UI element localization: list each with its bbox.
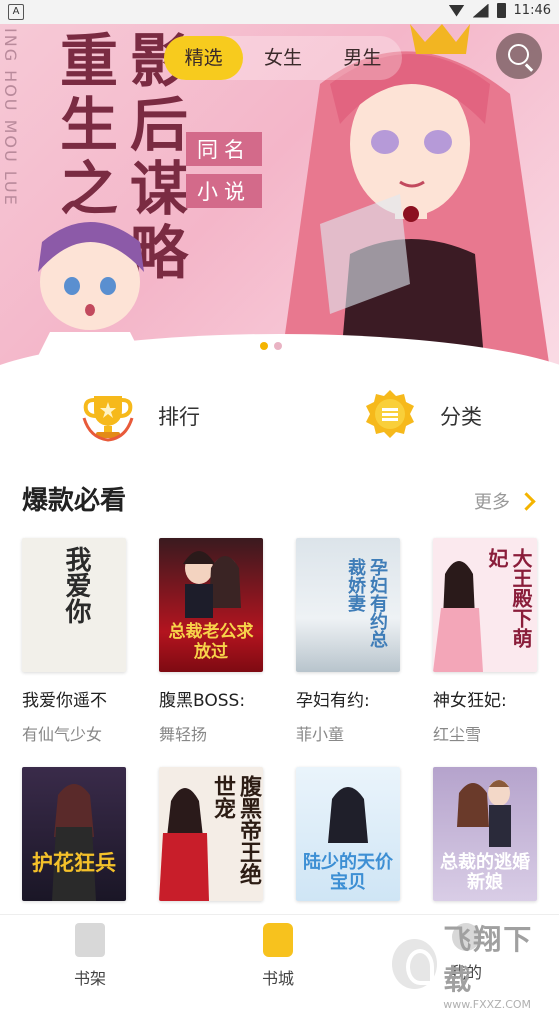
top-tabs: 精选 女生 男生 — [164, 36, 402, 80]
cover-title: 我爱你 — [61, 546, 91, 624]
bookshelf-icon — [75, 923, 105, 957]
watermark-logo-icon — [392, 939, 438, 989]
book-author: 舞轻扬 — [159, 725, 208, 744]
battery-icon — [496, 3, 506, 18]
book-title: 孕妇有约: — [296, 691, 370, 711]
banner-subtitle-line2: 小说 — [186, 174, 262, 208]
book-cover: 总裁的逃婚新娘 — [433, 767, 537, 901]
nav-label: 书架 — [73, 969, 106, 988]
book-title: 腹黑BOSS: — [159, 691, 246, 711]
book-card[interactable]: 孕妇有约总裁娇妻 孕妇有约: 菲小童 — [296, 538, 400, 745]
status-bar: A 11:46 — [0, 0, 559, 24]
tab-female[interactable]: 女生 — [243, 36, 322, 80]
book-card[interactable]: 大王殿下萌妃 神女狂妃: 红尘雪 — [433, 538, 537, 745]
cover-title: 总裁的逃婚新娘 — [440, 852, 530, 893]
nav-bookshelf[interactable]: 书架 — [50, 923, 130, 989]
banner-subtitle: 同名 小说 — [186, 132, 262, 216]
book-cover: 我爱你 — [22, 538, 126, 672]
cover-woman-illustration — [52, 784, 96, 901]
cover-wedding-illustration — [457, 780, 511, 847]
tab-featured[interactable]: 精选 — [164, 36, 244, 80]
cover-title: 陆少的天价宝贝 — [303, 852, 393, 893]
category-link[interactable]: 分类 — [362, 388, 482, 444]
category-medal-icon — [366, 390, 414, 438]
cover-title: 大王殿下萌妃 — [485, 548, 533, 648]
watermark-main: 飞翔下载 — [443, 922, 534, 996]
book-cover: 陆少的天价宝贝 — [296, 767, 400, 901]
book-title: 我爱你遥不 — [22, 691, 107, 711]
ranking-label: 排行 — [158, 405, 200, 429]
category-label: 分类 — [440, 405, 482, 429]
book-title: 神女狂妃: — [433, 691, 507, 711]
pager-dot[interactable] — [274, 342, 282, 350]
watermark: 飞翔下载 www.FXXZ.COM — [392, 923, 552, 1011]
signal-icon — [472, 3, 489, 18]
book-card[interactable]: 陆少的天价宝贝 — [296, 767, 400, 901]
cover-title: 孕妇有约总裁娇妻 — [345, 558, 388, 648]
book-card[interactable]: 总裁的逃婚新娘 — [433, 767, 537, 901]
wifi-icon — [448, 4, 465, 17]
cover-empress-illustration — [159, 788, 209, 901]
trophy-icon — [82, 396, 134, 442]
book-card[interactable]: 腹黑帝王绝世宠 — [159, 767, 263, 901]
book-author: 红尘雪 — [433, 725, 482, 744]
nav-bookstore[interactable]: 书城 — [238, 923, 318, 989]
book-cover: 孕妇有约总裁娇妻 — [296, 538, 400, 672]
banner-pager-dots — [260, 342, 282, 350]
more-label: 更多 — [474, 492, 510, 513]
nav-label: 书城 — [261, 969, 294, 988]
book-cover: 腹黑帝王绝世宠 — [159, 767, 263, 901]
book-card[interactable]: 我爱你 我爱你遥不 有仙气少女 — [22, 538, 126, 745]
book-author: 菲小童 — [296, 725, 345, 744]
search-icon-handle — [525, 63, 534, 72]
cover-girl-illustration — [328, 787, 368, 843]
ranking-link[interactable]: 排行 — [80, 388, 200, 444]
status-icons: 11:46 — [448, 3, 551, 18]
notification-icon: A — [8, 4, 24, 20]
banner-title-line1: 重生之 — [50, 30, 118, 222]
book-cover: 总裁老公求放过 — [159, 538, 263, 672]
book-cover: 护花狂兵 — [22, 767, 126, 901]
section-title: 爆款必看 — [22, 486, 127, 516]
chevron-right-icon — [517, 491, 536, 511]
banner-subtitle-line1: 同名 — [186, 132, 262, 166]
cover-title: 总裁老公求放过 — [168, 622, 254, 662]
banner-vertical-text: ING HOU MOU LUE — [1, 28, 20, 207]
cover-princess-illustration — [433, 561, 483, 672]
search-button[interactable] — [496, 33, 542, 79]
book-card[interactable]: 护花狂兵 — [22, 767, 126, 901]
status-time: 11:46 — [513, 3, 551, 18]
book-card[interactable]: 总裁老公求放过 腹黑BOSS: 舞轻扬 — [159, 538, 263, 745]
search-icon — [508, 44, 529, 65]
pager-dot-active[interactable] — [260, 342, 268, 350]
tab-male[interactable]: 男生 — [323, 36, 402, 80]
book-author: 有仙气少女 — [22, 725, 103, 744]
more-link[interactable]: 更多 — [474, 488, 536, 514]
cover-title: 腹黑帝王绝世宠 — [210, 775, 261, 885]
bookstore-icon — [263, 923, 293, 957]
cover-title: 护花狂兵 — [32, 851, 116, 875]
book-cover: 大王殿下萌妃 — [433, 538, 537, 672]
cover-couple-illustration — [183, 551, 241, 618]
watermark-url: www.FXXZ.COM — [443, 997, 532, 1011]
